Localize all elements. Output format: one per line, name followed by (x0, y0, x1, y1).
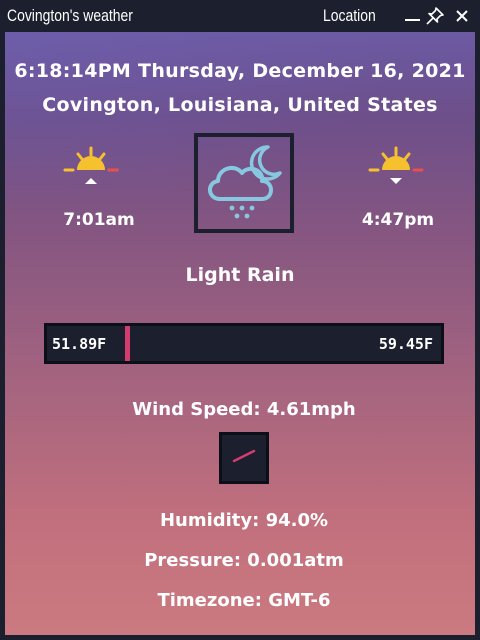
weather-condition-label: Light Rain (185, 264, 295, 286)
wind-direction-icon (219, 432, 269, 484)
temperature-high: 59.45F (378, 335, 433, 353)
wind-speed: Wind Speed: 4.61mph (132, 399, 356, 420)
sunrise-icon (63, 145, 119, 193)
close-icon[interactable] (452, 6, 472, 26)
pin-icon[interactable] (425, 6, 445, 26)
window-title: Covington's weather (7, 6, 133, 25)
current-datetime: 6:18:14PM Thursday, December 16, 2021 (14, 60, 466, 82)
weather-condition-icon (194, 133, 294, 233)
temperature-range-bar: 51.89F 59.45F (44, 323, 444, 364)
sunset-icon (368, 145, 424, 193)
current-temperature-marker (125, 326, 130, 361)
location-name: Covington, Louisiana, United States (42, 94, 438, 116)
pressure: Pressure: 0.001atm (144, 550, 344, 571)
timezone: Timezone: GMT-6 (157, 590, 331, 611)
temperature-low: 51.89F (52, 335, 107, 353)
title-bar: Covington's weather Location (0, 0, 480, 32)
weather-panel: 6:18:14PM Thursday, December 16, 2021 Co… (5, 32, 475, 635)
humidity: Humidity: 94.0% (159, 510, 329, 531)
sunset-time: 4:47pm (361, 210, 435, 230)
sunrise-time: 7:01am (63, 210, 135, 230)
minimize-icon[interactable] (403, 6, 423, 26)
location-button[interactable]: Location (323, 6, 376, 26)
